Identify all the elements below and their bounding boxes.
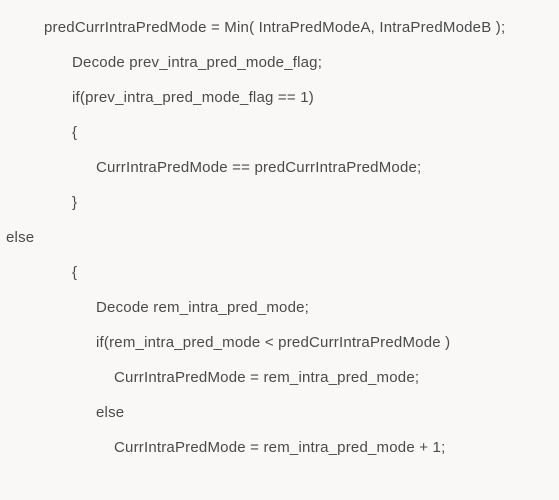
code-line: CurrIntraPredMode == predCurrIntraPredMo… <box>0 150 559 185</box>
code-line: { <box>0 255 559 290</box>
code-line: else <box>0 395 559 430</box>
code-line: Decode rem_intra_pred_mode; <box>0 290 559 325</box>
code-block: predCurrIntraPredMode = Min( IntraPredMo… <box>0 0 559 465</box>
code-line: else <box>0 220 559 255</box>
code-line: if(prev_intra_pred_mode_flag == 1) <box>0 80 559 115</box>
code-line: { <box>0 115 559 150</box>
code-line: CurrIntraPredMode = rem_intra_pred_mode; <box>0 360 559 395</box>
code-line: } <box>0 185 559 220</box>
code-line: Decode prev_intra_pred_mode_flag; <box>0 45 559 80</box>
code-line: CurrIntraPredMode = rem_intra_pred_mode … <box>0 430 559 465</box>
code-line: predCurrIntraPredMode = Min( IntraPredMo… <box>0 10 559 45</box>
code-line: if(rem_intra_pred_mode < predCurrIntraPr… <box>0 325 559 360</box>
